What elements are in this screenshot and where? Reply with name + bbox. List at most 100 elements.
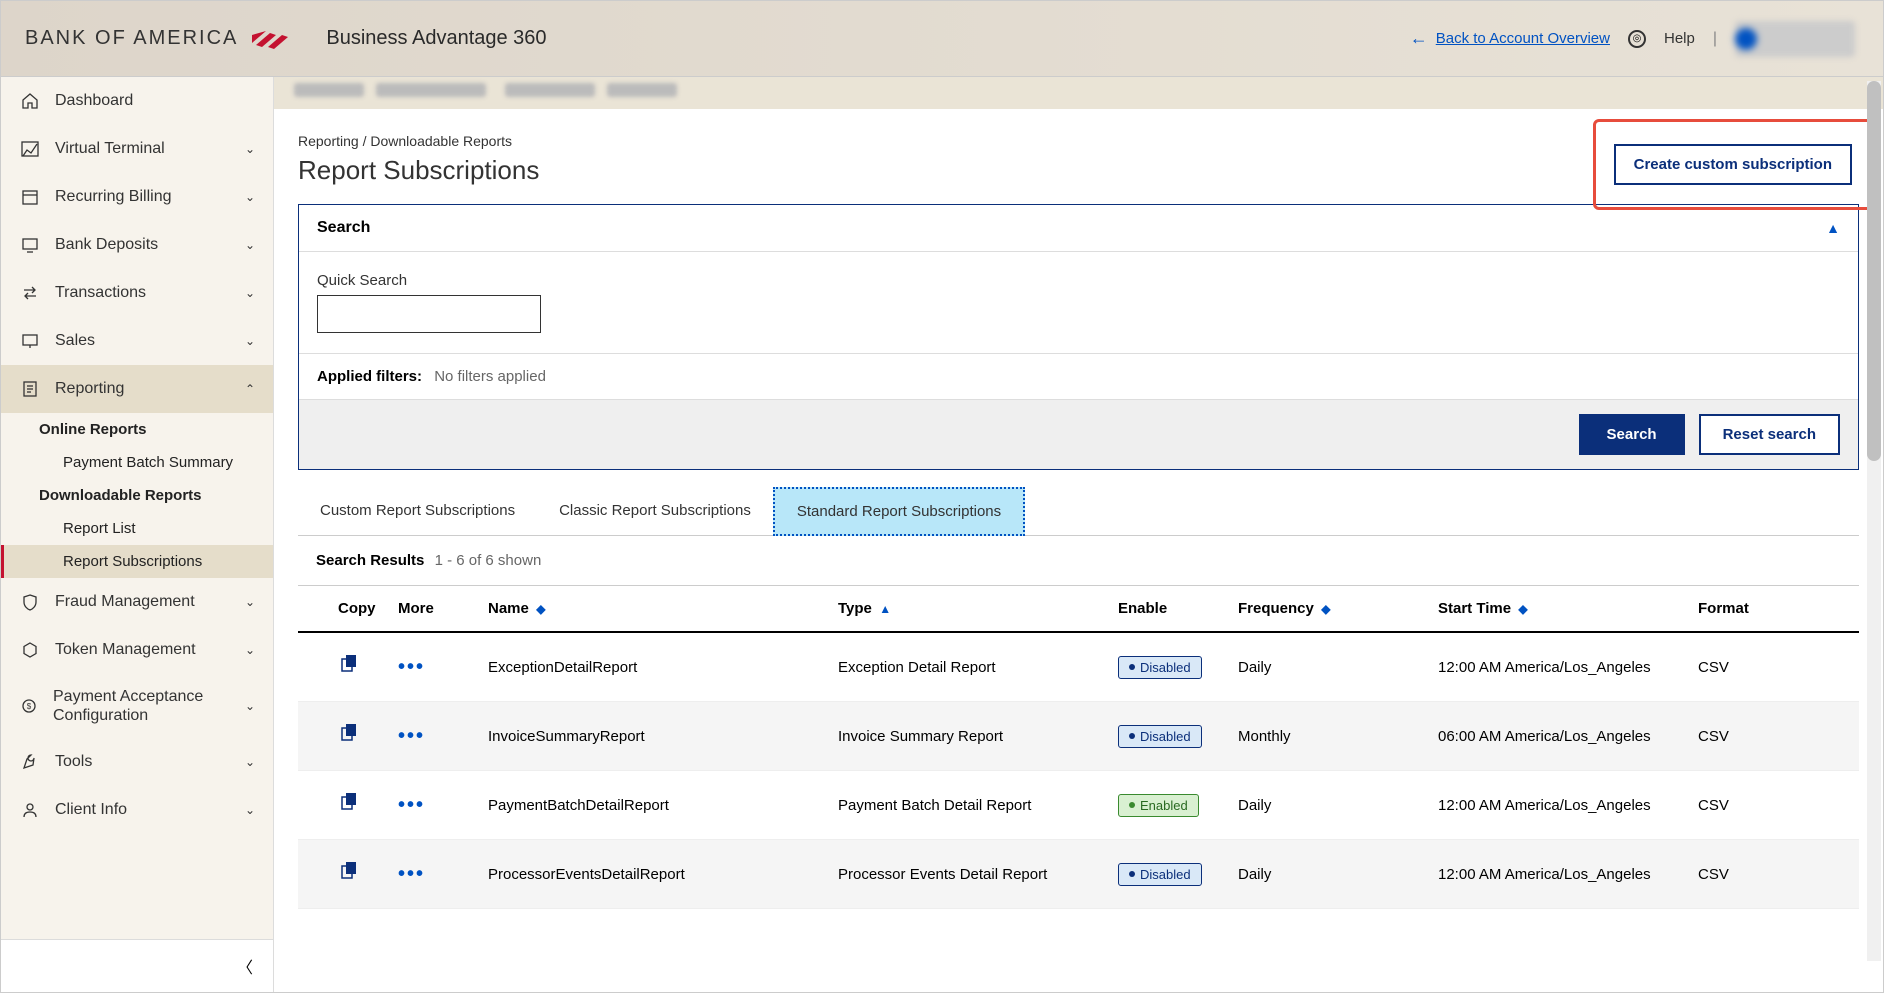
wrench-icon (19, 751, 41, 773)
chevron-left-icon: 〈 (237, 960, 253, 977)
tab-standard-report-subscriptions[interactable]: Standard Report Subscriptions (773, 487, 1025, 536)
enable-badge[interactable]: Disabled (1118, 863, 1202, 886)
chevron-down-icon: ⌄ (245, 755, 255, 769)
account-bar (274, 77, 1883, 109)
cell-frequency: Monthly (1228, 702, 1428, 771)
sidebar-item-virtual-terminal[interactable]: Virtual Terminal ⌄ (1, 125, 273, 173)
sidebar-label: Sales (55, 332, 95, 350)
tab-custom-report-subscriptions[interactable]: Custom Report Subscriptions (298, 488, 537, 535)
sidebar-sub-report-list[interactable]: Report List (1, 512, 273, 545)
col-more: More (388, 586, 478, 632)
sidebar-item-token-management[interactable]: Token Management ⌄ (1, 626, 273, 674)
sidebar-sub-online-reports[interactable]: Online Reports (1, 413, 273, 446)
sidebar-item-payment-acceptance[interactable]: $ Payment Acceptance Configuration ⌄ (1, 674, 273, 738)
cell-start: 12:00 AM America/Los_Angeles (1428, 632, 1688, 702)
sidebar-item-bank-deposits[interactable]: Bank Deposits ⌄ (1, 221, 273, 269)
cell-name: ProcessorEventsDetailReport (478, 840, 828, 909)
cell-name: InvoiceSummaryReport (478, 702, 828, 771)
quick-search-label: Quick Search (317, 272, 1840, 289)
quick-search-input[interactable] (317, 295, 541, 333)
cog-icon: $ (19, 695, 39, 717)
sidebar-item-fraud-management[interactable]: Fraud Management ⌄ (1, 578, 273, 626)
back-to-overview-link[interactable]: Back to Account Overview (1436, 30, 1610, 47)
search-button[interactable]: Search (1579, 414, 1685, 455)
user-menu[interactable] (1735, 21, 1855, 57)
more-icon[interactable]: ••• (398, 725, 425, 747)
sidebar-item-transactions[interactable]: Transactions ⌄ (1, 269, 273, 317)
copy-icon[interactable] (338, 865, 360, 887)
col-enable: Enable (1108, 586, 1228, 632)
chevron-down-icon: ⌄ (245, 595, 255, 609)
cell-name: PaymentBatchDetailReport (478, 771, 828, 840)
col-start-time[interactable]: Start Time ◆ (1428, 586, 1688, 632)
sidebar-item-tools[interactable]: Tools ⌄ (1, 738, 273, 786)
scrollbar-thumb[interactable] (1867, 81, 1881, 461)
divider: | (1713, 30, 1717, 48)
swap-icon (19, 282, 41, 304)
copy-icon[interactable] (338, 727, 360, 749)
scrollbar[interactable] (1867, 81, 1881, 961)
sidebar-item-reporting[interactable]: Reporting ⌃ (1, 365, 273, 413)
brand-logo-icon (250, 29, 290, 49)
sidebar-item-client-info[interactable]: Client Info ⌄ (1, 786, 273, 834)
more-icon[interactable]: ••• (398, 794, 425, 816)
cell-type: Processor Events Detail Report (828, 840, 1108, 909)
cell-start: 12:00 AM America/Los_Angeles (1428, 840, 1688, 909)
cell-name: ExceptionDetailReport (478, 632, 828, 702)
more-icon[interactable]: ••• (398, 863, 425, 885)
sidebar-sub-payment-batch-summary[interactable]: Payment Batch Summary (1, 446, 273, 479)
cell-type: Invoice Summary Report (828, 702, 1108, 771)
sidebar-label: Bank Deposits (55, 236, 158, 254)
copy-icon[interactable] (338, 658, 360, 680)
table-row: ••• InvoiceSummaryReport Invoice Summary… (298, 702, 1859, 771)
create-custom-subscription-button[interactable]: Create custom subscription (1614, 144, 1852, 185)
tab-classic-report-subscriptions[interactable]: Classic Report Subscriptions (537, 488, 773, 535)
cell-type: Payment Batch Detail Report (828, 771, 1108, 840)
svg-text:$: $ (27, 702, 32, 711)
product-title: Business Advantage 360 (326, 27, 546, 50)
enable-badge[interactable]: Disabled (1118, 725, 1202, 748)
create-subscription-highlight: Create custom subscription (1593, 119, 1873, 210)
enable-badge[interactable]: Enabled (1118, 794, 1199, 817)
results-title: Search Results (316, 552, 424, 569)
chevron-down-icon: ⌄ (245, 699, 255, 713)
cell-format: CSV (1688, 840, 1859, 909)
cell-type: Exception Detail Report (828, 632, 1108, 702)
cell-format: CSV (1688, 771, 1859, 840)
sidebar-sub-report-subscriptions[interactable]: Report Subscriptions (1, 545, 273, 578)
sidebar-label: Reporting (55, 380, 124, 398)
sort-asc-icon: ▲ (876, 602, 891, 616)
chevron-down-icon: ⌄ (245, 142, 255, 156)
chart-icon (19, 138, 41, 160)
breadcrumb-child[interactable]: Downloadable Reports (370, 133, 512, 149)
help-icon[interactable]: ◎ (1628, 30, 1646, 48)
table-row: ••• ExceptionDetailReport Exception Deta… (298, 632, 1859, 702)
cell-frequency: Daily (1228, 840, 1428, 909)
sidebar-item-sales[interactable]: Sales ⌄ (1, 317, 273, 365)
sidebar-item-recurring-billing[interactable]: Recurring Billing ⌄ (1, 173, 273, 221)
sidebar-collapse-button[interactable]: 〈 (1, 939, 273, 992)
user-icon (19, 799, 41, 821)
screen-icon (19, 330, 41, 352)
sidebar-label: Token Management (55, 641, 196, 659)
col-name[interactable]: Name ◆ (478, 586, 828, 632)
col-frequency[interactable]: Frequency ◆ (1228, 586, 1428, 632)
enable-badge[interactable]: Disabled (1118, 656, 1202, 679)
col-copy: Copy (298, 586, 388, 632)
sidebar-label: Dashboard (55, 92, 133, 110)
applied-filters-value: No filters applied (434, 368, 546, 385)
help-link[interactable]: Help (1664, 30, 1695, 47)
table-row: ••• PaymentBatchDetailReport Payment Bat… (298, 771, 1859, 840)
col-type[interactable]: Type ▲ (828, 586, 1108, 632)
sidebar-sub-downloadable-reports[interactable]: Downloadable Reports (1, 479, 273, 512)
breadcrumb-parent[interactable]: Reporting (298, 133, 359, 149)
search-collapse-toggle[interactable]: ▲ (1826, 220, 1840, 236)
sidebar-item-dashboard[interactable]: Dashboard (1, 77, 273, 125)
reset-search-button[interactable]: Reset search (1699, 414, 1840, 455)
chevron-down-icon: ⌄ (245, 803, 255, 817)
calendar-icon (19, 186, 41, 208)
sort-icon: ◆ (533, 602, 546, 616)
copy-icon[interactable] (338, 796, 360, 818)
more-icon[interactable]: ••• (398, 656, 425, 678)
hex-icon (19, 639, 41, 661)
